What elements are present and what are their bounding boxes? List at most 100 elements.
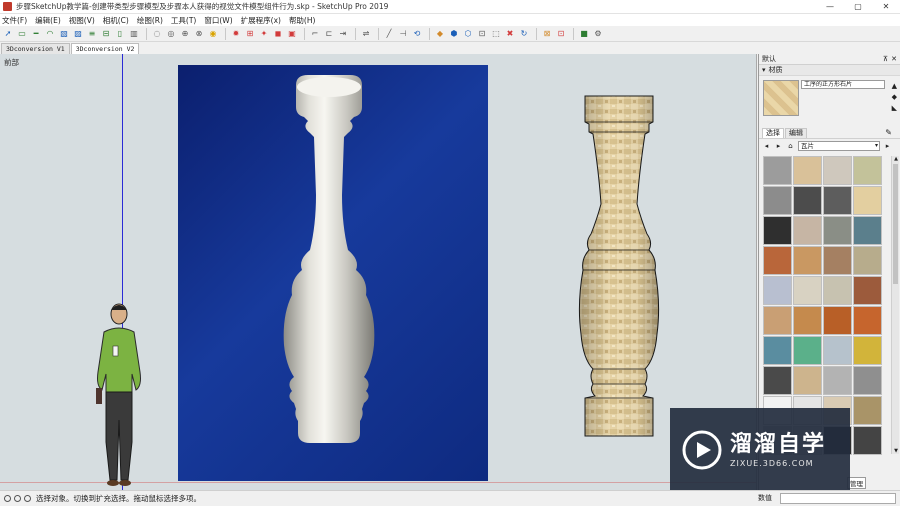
sample-paint-icon[interactable]: ◣ (892, 104, 897, 112)
credits-icon[interactable] (14, 495, 21, 502)
scale-figure-person[interactable] (92, 302, 152, 490)
material-swatch[interactable] (823, 156, 852, 185)
material-swatch[interactable] (763, 186, 792, 215)
scroll-down-icon[interactable]: ▼ (892, 448, 900, 454)
follow-me-icon[interactable]: ↻ (518, 28, 530, 40)
menu-view[interactable]: 视图(V) (69, 15, 95, 26)
arc-icon[interactable]: ◠ (44, 28, 56, 40)
material-swatch[interactable] (823, 186, 852, 215)
menu-window[interactable]: 窗口(W) (204, 15, 232, 26)
model-viewport[interactable]: 前部 (0, 54, 757, 490)
material-swatch[interactable] (853, 186, 882, 215)
textured-baluster-model[interactable] (575, 94, 665, 438)
material-swatch[interactable] (853, 426, 882, 455)
scene-tab[interactable]: 3Dconversion V1 (1, 43, 70, 54)
material-swatch[interactable] (763, 156, 792, 185)
line-icon[interactable]: ━ (30, 28, 42, 40)
back-arrow-icon[interactable]: ◂ (762, 142, 771, 150)
pan-icon[interactable]: ◎ (165, 28, 177, 40)
home-icon[interactable]: ⌂ (786, 142, 795, 150)
section-fill-icon[interactable]: ⇥ (337, 28, 349, 40)
material-swatch[interactable] (823, 216, 852, 245)
material-swatch[interactable] (853, 366, 882, 395)
scroll-thumb[interactable] (893, 164, 898, 284)
material-name-field[interactable]: 工序的正方形石片 (801, 80, 885, 89)
zoom-window-icon[interactable]: ⊗ (193, 28, 205, 40)
material-swatch[interactable] (763, 276, 792, 305)
paint-icon[interactable]: ✦ (258, 28, 270, 40)
materials-section-header[interactable]: ▾ 材质 (759, 65, 900, 76)
extension-manager-icon[interactable]: ⚙ (592, 28, 604, 40)
outliner-icon[interactable]: ⊡ (555, 28, 567, 40)
material-swatch[interactable] (793, 156, 822, 185)
material-swatch[interactable] (793, 276, 822, 305)
color-palette-icon[interactable]: ■ (578, 28, 590, 40)
scroll-up-icon[interactable]: ▲ (892, 156, 900, 162)
material-swatch[interactable] (823, 366, 852, 395)
material-swatch[interactable] (793, 306, 822, 335)
dimension-icon[interactable]: ⊣ (397, 28, 409, 40)
close-button[interactable]: ✕ (872, 0, 900, 14)
section-plane-icon[interactable]: ⌐ (309, 28, 321, 40)
menu-edit[interactable]: 编辑(E) (35, 15, 61, 26)
default-material-icon[interactable]: ▲ (892, 82, 897, 90)
layer-icon[interactable]: ⊠ (541, 28, 553, 40)
material-swatch[interactable] (823, 246, 852, 275)
minimize-button[interactable]: — (816, 0, 844, 14)
material-swatch[interactable] (853, 336, 882, 365)
material-swatch[interactable] (793, 366, 822, 395)
material-swatch[interactable] (793, 246, 822, 275)
material-swatch[interactable] (793, 216, 822, 245)
extension-icon[interactable]: ⬡ (462, 28, 474, 40)
rotate-icon[interactable]: ▯ (114, 28, 126, 40)
component-icon[interactable]: ◆ (434, 28, 446, 40)
menu-file[interactable]: 文件(F) (2, 15, 27, 26)
material-swatch[interactable] (823, 336, 852, 365)
material-swatch[interactable] (763, 216, 792, 245)
menu-help[interactable]: 帮助(H) (289, 15, 316, 26)
zoom-extents-icon[interactable]: ◉ (207, 28, 219, 40)
tab-select[interactable]: 选择 (762, 128, 784, 138)
materials-scrollbar[interactable]: ▲ ▼ (891, 156, 899, 454)
material-swatch[interactable] (763, 246, 792, 275)
close-icon[interactable]: ✕ (891, 55, 897, 63)
material-swatch[interactable] (853, 216, 882, 245)
current-material-swatch[interactable] (763, 80, 799, 116)
material-swatch[interactable] (793, 186, 822, 215)
menu-draw[interactable]: 绘图(R) (137, 15, 163, 26)
measurements-input[interactable] (780, 493, 896, 504)
create-material-icon[interactable]: ◆ (892, 93, 897, 101)
material-swatch[interactable] (763, 306, 792, 335)
scene-tab-active[interactable]: 3Dconversion V2 (70, 43, 140, 54)
reference-photo[interactable] (178, 65, 488, 481)
orbit-icon[interactable]: ◌ (151, 28, 163, 40)
details-arrow-icon[interactable]: ▸ (883, 142, 892, 150)
3d-warehouse-icon[interactable]: ⬢ (448, 28, 460, 40)
geo-location-icon[interactable] (4, 495, 11, 502)
material-swatch[interactable] (823, 276, 852, 305)
material-swatch[interactable] (853, 276, 882, 305)
material-swatch[interactable] (763, 366, 792, 395)
style-icon[interactable]: ⬚ (490, 28, 502, 40)
library-select[interactable]: 瓦片 ▾ (798, 140, 880, 151)
circle-icon[interactable]: ▨ (72, 28, 84, 40)
sample-paint-pencil-icon[interactable]: ✎ (882, 128, 895, 138)
pin-icon[interactable]: ⊼ (883, 55, 888, 63)
sandbox-icon[interactable]: ✖ (504, 28, 516, 40)
menu-camera[interactable]: 相机(C) (103, 15, 129, 26)
protractor-icon[interactable]: ⟲ (411, 28, 423, 40)
push-pull-icon[interactable]: ≡ (86, 28, 98, 40)
light-icon[interactable]: ✹ (230, 28, 242, 40)
tab-edit[interactable]: 编辑 (785, 128, 807, 138)
zoom-icon[interactable]: ⊕ (179, 28, 191, 40)
select-arrow-icon[interactable]: ➚ (2, 28, 14, 40)
grid-icon[interactable]: ⊞ (244, 28, 256, 40)
undo-icon[interactable]: ⇌ (360, 28, 372, 40)
material-swatch[interactable] (763, 336, 792, 365)
rectangle-icon[interactable]: ▧ (58, 28, 70, 40)
material-swatch[interactable] (853, 306, 882, 335)
material-swatch[interactable] (853, 246, 882, 275)
maximize-button[interactable]: ▢ (844, 0, 872, 14)
menu-extensions[interactable]: 扩展程序(x) (241, 15, 281, 26)
forward-arrow-icon[interactable]: ▸ (774, 142, 783, 150)
